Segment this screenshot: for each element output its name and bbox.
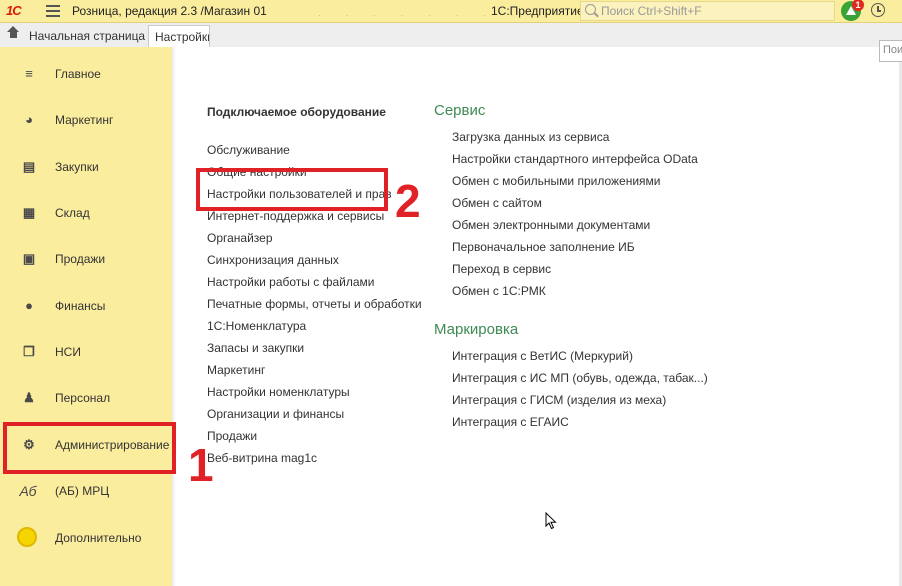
grid-icon: ▦ (22, 205, 36, 220)
link-web-showcase[interactable]: Веб-витрина mag1c (207, 451, 317, 465)
sidebar-item-finance[interactable]: ● Финансы (0, 286, 172, 326)
sidebar-item-label: Персонал (55, 391, 111, 405)
link-data-sync[interactable]: Синхронизация данных (207, 253, 339, 267)
history-icon[interactable] (871, 3, 885, 17)
panel-search-input[interactable]: Поис (879, 40, 902, 62)
tab-home[interactable]: Начальная страница (0, 23, 146, 47)
documents-icon: ❐ (23, 344, 35, 359)
link-organizations-finance[interactable]: Организации и финансы (207, 407, 344, 421)
link-file-settings[interactable]: Настройки работы с файлами (207, 275, 374, 289)
cart-icon: ▤ (22, 159, 36, 174)
panel-search-placeholder: Поис (883, 44, 902, 56)
home-icon (7, 26, 19, 40)
annotation-number-1: 1 (188, 439, 214, 491)
link-stock-purchases[interactable]: Запасы и закупки (207, 341, 304, 355)
tab-home-label: Начальная страница (29, 29, 146, 43)
ab-icon: Аб (19, 483, 37, 499)
search-placeholder: Поиск Ctrl+Shift+F (601, 4, 702, 18)
tab-bar: Начальная страница Настройки (0, 23, 902, 48)
sidebar-item-ab-mrc[interactable]: Аб (АБ) МРЦ (0, 471, 172, 511)
link-site-exchange[interactable]: Обмен с сайтом (452, 196, 542, 210)
section-heading-service: Сервис (434, 102, 486, 119)
pie-chart-icon: ◕ (25, 112, 33, 127)
sidebar-item-additional[interactable]: Дополнительно (0, 518, 172, 558)
link-maintenance[interactable]: Обслуживание (207, 143, 290, 157)
sidebar-item-label: Закупки (55, 160, 99, 174)
sidebar-item-label: Главное (55, 67, 101, 81)
link-print-forms[interactable]: Печатные формы, отчеты и обработки (207, 297, 422, 311)
link-move-to-service[interactable]: Переход в сервис (452, 262, 551, 276)
link-service-import[interactable]: Загрузка данных из сервиса (452, 130, 609, 144)
link-marketing[interactable]: Маркетинг (207, 363, 265, 377)
sidebar-item-nsi[interactable]: ❐ НСИ (0, 332, 172, 372)
notification-count-badge: 1 (852, 0, 864, 11)
link-sales[interactable]: Продажи (207, 429, 257, 443)
link-vetis[interactable]: Интеграция с ВетИС (Меркурий) (452, 349, 633, 363)
title-bar: 1С Розница, редакция 2.3 /Магазин 01 · ·… (0, 0, 902, 23)
sidebar-item-label: Склад (55, 206, 90, 220)
link-initial-fill[interactable]: Первоначальное заполнение ИБ (452, 240, 635, 254)
link-edi-exchange[interactable]: Обмен электронными документами (452, 218, 650, 232)
link-nomenclature-1c[interactable]: 1С:Номенклатура (207, 319, 306, 333)
sidebar-item-label: Продажи (55, 252, 106, 266)
sidebar-item-personnel[interactable]: ♟ Персонал (0, 378, 172, 418)
sidebar-item-purchases[interactable]: ▤ Закупки (0, 147, 172, 187)
sidebar: ≡ Главное ◕ Маркетинг ▤ Закупки ▦ Склад … (0, 47, 172, 586)
link-egais[interactable]: Интеграция с ЕГАИС (452, 415, 569, 429)
1c-logo[interactable]: 1С (6, 2, 36, 19)
section-heading-marking: Маркировка (434, 321, 519, 338)
sidebar-item-main[interactable]: ≡ Главное (0, 54, 172, 94)
link-odata-settings[interactable]: Настройки стандартного интерфейса OData (452, 152, 698, 166)
sidebar-item-warehouse[interactable]: ▦ Склад (0, 193, 172, 233)
sidebar-item-label: НСИ (55, 345, 81, 359)
app-title: Розница, редакция 2.3 /Магазин 01 (72, 4, 267, 18)
sidebar-item-sales[interactable]: ▣ Продажи (0, 239, 172, 279)
sidebar-item-label: Маркетинг (55, 113, 114, 127)
global-search-input[interactable]: Поиск Ctrl+Shift+F (580, 1, 835, 21)
annotation-box-user-rights (196, 168, 388, 211)
link-internet-support[interactable]: Интернет-поддержка и сервисы (207, 209, 384, 223)
sidebar-item-label: Финансы (55, 299, 106, 313)
annotation-number-2: 2 (395, 175, 421, 227)
tab-settings-label: Настройки (155, 30, 210, 44)
panel-shadow (172, 47, 176, 586)
person-icon: ♟ (23, 390, 35, 405)
sun-icon (17, 527, 37, 547)
basket-icon: ▣ (22, 251, 36, 266)
search-icon (585, 4, 596, 15)
annotation-box-administration (3, 422, 176, 474)
link-connected-equipment[interactable]: Подключаемое оборудование (207, 105, 386, 119)
main-menu-icon[interactable] (46, 5, 60, 17)
sidebar-item-label: (АБ) МРЦ (55, 484, 110, 498)
sidebar-item-label: Дополнительно (55, 531, 142, 545)
link-nomenclature-settings[interactable]: Настройки номенклатуры (207, 385, 350, 399)
sidebar-item-marketing[interactable]: ◕ Маркетинг (0, 100, 172, 140)
link-mobile-exchange[interactable]: Обмен с мобильными приложениями (452, 174, 661, 188)
link-gism[interactable]: Интеграция с ГИСМ (изделия из меха) (452, 393, 666, 407)
link-is-mp[interactable]: Интеграция с ИС МП (обувь, одежда, табак… (452, 371, 708, 385)
coin-icon: ● (25, 298, 33, 313)
main-content (172, 47, 902, 586)
tab-settings[interactable]: Настройки (148, 25, 210, 48)
link-rmk-exchange[interactable]: Обмен с 1С:РМК (452, 284, 546, 298)
platform-label: 1С:Предприятие (491, 4, 584, 18)
link-organizer[interactable]: Органайзер (207, 231, 273, 245)
menu-list-icon: ≡ (25, 66, 33, 81)
